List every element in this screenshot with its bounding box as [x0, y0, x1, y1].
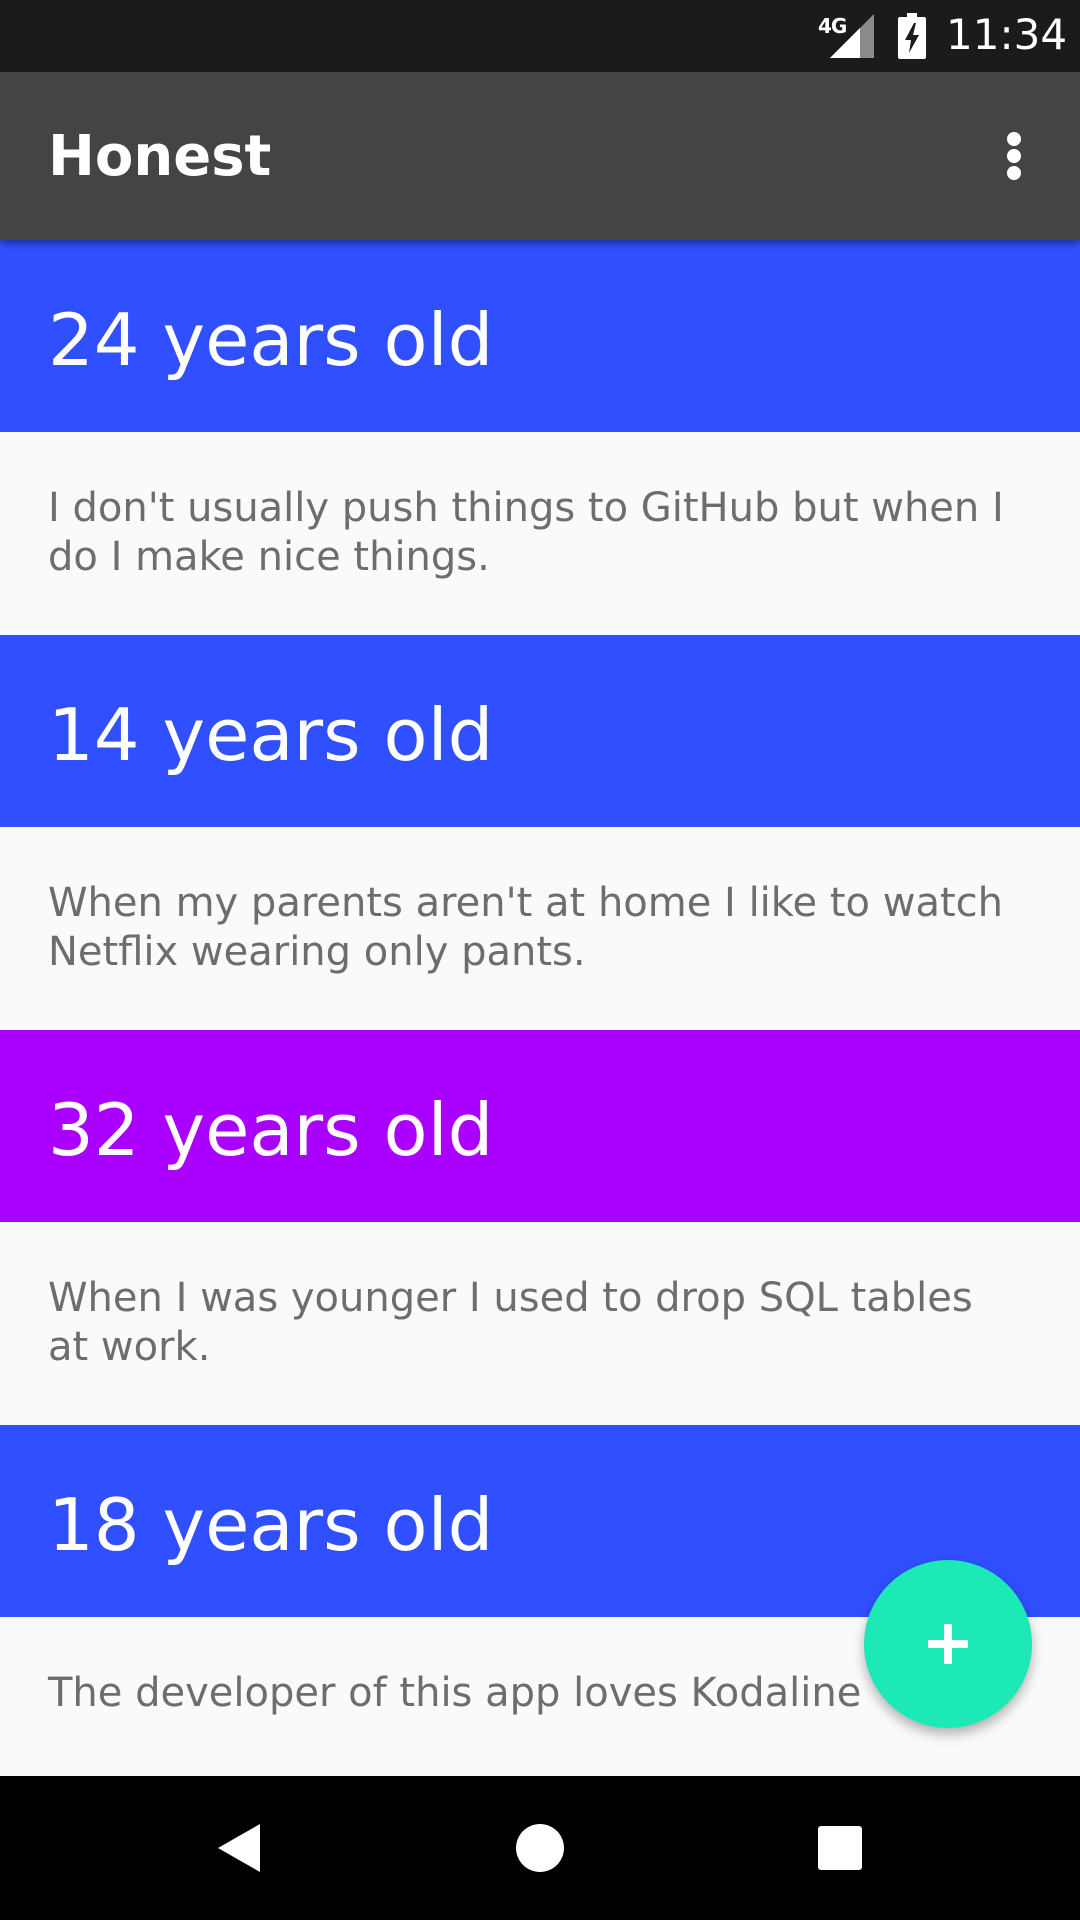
battery-charging-icon [898, 13, 926, 59]
back-icon[interactable] [204, 1812, 276, 1884]
more-vert-icon-dot [1007, 166, 1021, 180]
post-age-label: 24 years old [48, 298, 494, 382]
post-message: When I was younger I used to drop SQL ta… [48, 1275, 973, 1370]
post-body: When my parents aren't at home I like to… [0, 827, 1080, 1030]
status-bar: 4G 11:34 [0, 0, 1080, 72]
post-age-label: 14 years old [48, 693, 494, 777]
recents-icon[interactable] [804, 1812, 876, 1884]
more-vert-icon [1007, 132, 1021, 146]
overflow-menu-button[interactable] [984, 120, 1044, 192]
post-message: When my parents aren't at home I like to… [48, 880, 1003, 975]
screen: 4G 11:34 Honest 24 years old I don't usu… [0, 0, 1080, 1920]
post-header: 24 years old [0, 240, 1080, 432]
clock: 11:34 [946, 10, 1068, 59]
post-header: 14 years old [0, 635, 1080, 827]
app-bar: Honest [0, 72, 1080, 240]
post-message: The developer of this app loves Kodaline [48, 1670, 862, 1716]
more-vert-icon-dot [1007, 149, 1021, 163]
post-body: When I was younger I used to drop SQL ta… [0, 1222, 1080, 1425]
post-body: I don't usually push things to GitHub bu… [0, 432, 1080, 635]
post-age-label: 18 years old [48, 1483, 494, 1567]
post-card[interactable]: 24 years old I don't usually push things… [0, 240, 1080, 635]
post-card[interactable]: 14 years old When my parents aren't at h… [0, 635, 1080, 1030]
post-age-label: 32 years old [48, 1088, 494, 1172]
post-message: I don't usually push things to GitHub bu… [48, 485, 1004, 580]
post-card[interactable]: 32 years old When I was younger I used t… [0, 1030, 1080, 1425]
add-post-button[interactable] [864, 1560, 1032, 1728]
app-title: Honest [48, 124, 272, 189]
post-header: 32 years old [0, 1030, 1080, 1222]
add-icon-stroke [944, 1624, 952, 1664]
signal-icon [830, 14, 874, 58]
home-icon[interactable] [504, 1812, 576, 1884]
navigation-bar [0, 1776, 1080, 1920]
